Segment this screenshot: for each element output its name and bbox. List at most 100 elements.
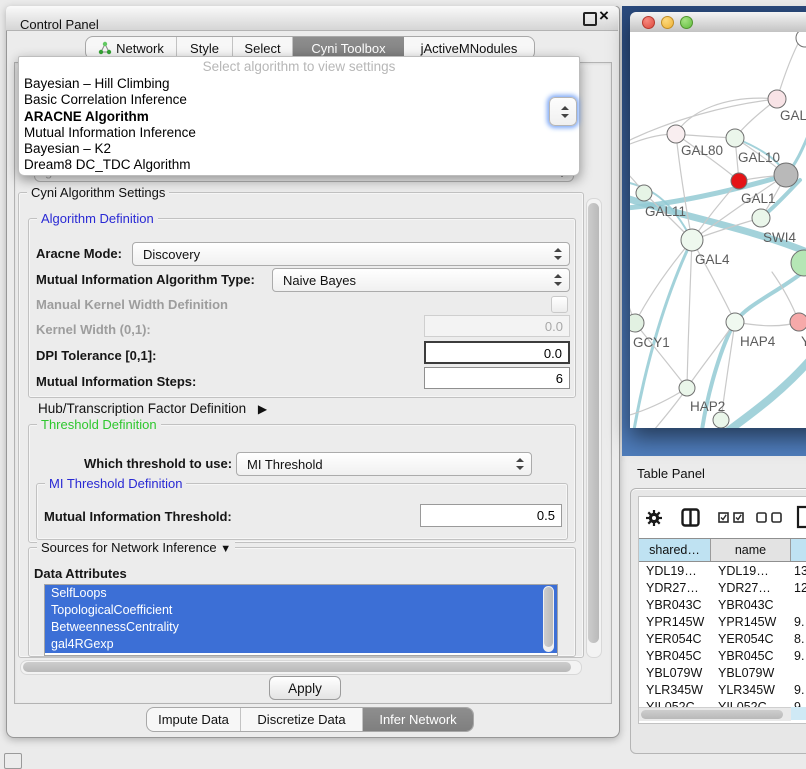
table-cell: YBR045C	[639, 648, 711, 665]
gear-icon[interactable]	[645, 509, 663, 527]
hub-section-toggle[interactable]: Hub/Transcription Factor Definition ▶	[38, 401, 267, 416]
table-horizontal-scrollbar[interactable]	[639, 707, 791, 721]
network-node[interactable]	[791, 250, 806, 276]
table-row[interactable]: YLR345WYLR345W9.	[639, 682, 806, 699]
network-node-gal11[interactable]	[636, 185, 652, 201]
data-attributes-list[interactable]: SelfLoopsTopologicalCoefficientBetweenne…	[44, 584, 558, 656]
network-node-label: HAP2	[690, 399, 725, 414]
network-edge[interactable]	[687, 240, 692, 388]
select-all-icon[interactable]	[718, 512, 745, 523]
sources-title[interactable]: Sources for Network Inference ▼	[37, 540, 235, 555]
network-edge[interactable]	[777, 36, 802, 99]
manual-kernel-label: Manual Kernel Width Definition	[36, 297, 228, 312]
table-scroll-corner	[791, 707, 806, 720]
table-cell: YBL079W	[711, 665, 791, 682]
minimized-panel-icon[interactable]	[4, 753, 22, 769]
network-node-gal1[interactable]	[731, 173, 747, 189]
network-node[interactable]	[713, 412, 729, 428]
network-edge[interactable]	[630, 99, 777, 142]
algorithm-option[interactable]: Basic Correlation Inference	[19, 92, 579, 108]
close-traffic-icon[interactable]	[642, 16, 655, 29]
algorithm-option[interactable]: Bayesian – Hill Climbing	[19, 76, 579, 92]
document-icon[interactable]	[796, 505, 806, 529]
algorithm-option[interactable]: Dream8 DC_TDC Algorithm	[19, 157, 579, 173]
table-body: YDL19…YDL19…13YDR27…YDR27…12YBR043CYBR04…	[639, 563, 806, 707]
manual-kernel-checkbox[interactable]	[551, 296, 568, 313]
mi-steps-field[interactable]: 6	[424, 367, 570, 389]
tab-infer-network[interactable]: Infer Network	[363, 708, 473, 731]
network-edge[interactable]	[724, 360, 806, 428]
data-attribute-item[interactable]: BetweennessCentrality	[45, 619, 557, 636]
mi-type-combo[interactable]: Naive Bayes	[272, 268, 570, 292]
network-node-swi4[interactable]	[752, 209, 770, 227]
table-cell: 13	[791, 563, 806, 580]
network-node-hap2[interactable]	[679, 380, 695, 396]
network-node-gal[interactable]	[768, 90, 786, 108]
table-cell: 12	[791, 580, 806, 597]
table-row[interactable]: YBR045CYBR045C9.	[639, 648, 806, 665]
tab-discretize-data[interactable]: Discretize Data	[241, 708, 363, 731]
data-attribute-item[interactable]: SelfLoops	[45, 585, 557, 602]
network-node-gal80[interactable]	[667, 125, 685, 143]
close-icon[interactable]: ×	[599, 6, 609, 26]
which-threshold-combo[interactable]: MI Threshold	[236, 452, 532, 476]
settings-vertical-scrollbar[interactable]	[586, 198, 602, 658]
network-edge[interactable]	[735, 322, 799, 326]
network-node-label: HAP4	[740, 334, 776, 349]
algorithm-option[interactable]: ARACNE Algorithm	[19, 109, 579, 125]
mi-threshold-field[interactable]: 0.5	[420, 504, 562, 527]
network-node-gcy1[interactable]	[630, 314, 644, 332]
network-node-gal4[interactable]	[681, 229, 703, 251]
table-row[interactable]: YDR27…YDR27…12	[639, 580, 806, 597]
tab-impute-data[interactable]: Impute Data	[147, 708, 241, 731]
algorithm-option[interactable]: Mutual Information Inference	[19, 125, 579, 141]
float-window-icon[interactable]	[583, 12, 597, 26]
network-node[interactable]	[774, 163, 798, 187]
zoom-traffic-icon[interactable]	[680, 16, 693, 29]
data-attribute-item[interactable]: TopologicalCoefficient	[45, 602, 557, 619]
column-header-a[interactable]: A	[791, 539, 806, 561]
table-row[interactable]: YER054CYER054C8.	[639, 631, 806, 648]
network-window-titlebar[interactable]	[630, 12, 806, 33]
aracne-mode-combo[interactable]: Discovery	[132, 242, 570, 266]
network-edge[interactable]	[634, 240, 692, 428]
dpi-tolerance-field[interactable]: 0.0	[424, 341, 570, 364]
table-cell: YPR145W	[711, 614, 791, 631]
control-panel-titlebar[interactable]: Control Panel	[6, 6, 618, 31]
column-header-name[interactable]: name	[711, 539, 791, 561]
chevron-updown-icon	[554, 248, 561, 260]
focused-combo-fragment[interactable]	[549, 97, 577, 126]
column-header-shared[interactable]: shared…	[639, 539, 711, 561]
network-node-label: GAL11	[645, 204, 686, 219]
network-node-gal10[interactable]	[726, 129, 744, 147]
network-edge[interactable]	[635, 323, 687, 388]
network-node-hap4[interactable]	[726, 313, 744, 331]
algorithm-option[interactable]: Bayesian – K2	[19, 141, 579, 157]
network-edge[interactable]	[676, 98, 777, 134]
kernel-width-field[interactable]: 0.0	[424, 315, 570, 337]
table-row[interactable]: YBL079WYBL079W	[639, 665, 806, 682]
data-attribute-item[interactable]: gal4RGexp	[45, 636, 557, 653]
deselect-all-icon[interactable]	[756, 512, 783, 523]
network-node-label: SWI4	[763, 230, 796, 245]
table-row[interactable]: YIL052CYIL052C9	[639, 699, 806, 707]
table-cell: 9.	[791, 682, 806, 699]
table-row[interactable]: YPR145WYPR145W9.	[639, 614, 806, 631]
apply-button[interactable]: Apply	[269, 676, 341, 700]
network-canvas[interactable]: GALGAL80GAL10GAL1GAL11SWI4GAL4GCY1HAP4YH…	[630, 32, 806, 428]
cyni-bottom-tabs: Impute DataDiscretize DataInfer Network	[146, 707, 474, 732]
mi-steps-label: Mutual Information Steps:	[36, 374, 196, 389]
columns-icon[interactable]	[681, 508, 700, 527]
attr-list-scrollbar[interactable]	[543, 586, 554, 652]
table-row[interactable]: YBR043CYBR043C	[639, 597, 806, 614]
table-row[interactable]: YDL19…YDL19…13	[639, 563, 806, 580]
table-cell	[791, 597, 806, 614]
settings-horizontal-scrollbar[interactable]	[20, 660, 582, 675]
network-edge[interactable]	[687, 322, 735, 388]
threshold-definition-title: Threshold Definition	[37, 417, 161, 432]
network-node-y[interactable]	[790, 313, 806, 331]
tab-label: Cyni Toolbox	[311, 41, 385, 56]
aracne-mode-value: Discovery	[143, 247, 200, 262]
minimize-traffic-icon[interactable]	[661, 16, 674, 29]
table-cell: YLR345W	[639, 682, 711, 699]
